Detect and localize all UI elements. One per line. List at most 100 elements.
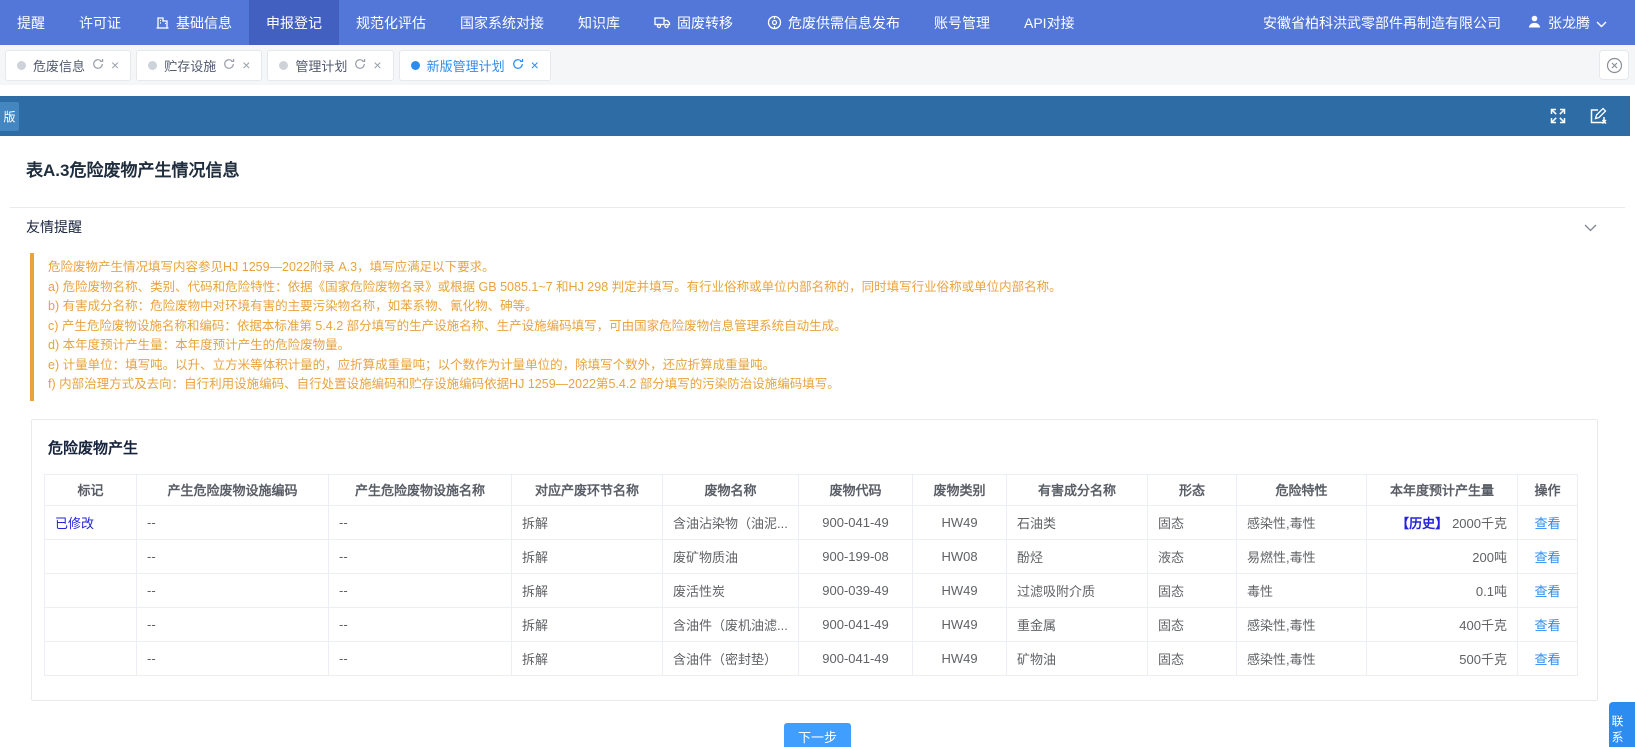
nav-item-license[interactable]: 许可证 — [62, 0, 138, 45]
fullscreen-icon[interactable] — [1549, 107, 1567, 125]
waste-table: 标记 产生危险废物设施编码 产生危险废物设施名称 对应产废环节名称 废物名称 废… — [44, 474, 1578, 676]
cell-category: HW08 — [913, 539, 1007, 573]
company-name: 安徽省柏科洪武零部件再制造有限公司 — [1263, 13, 1501, 33]
table-row: -- -- 拆解 含油件（废机油滤... 900-041-49 HW49 重金属… — [45, 607, 1578, 641]
nav-item-declaration[interactable]: 申报登记 — [249, 0, 339, 45]
nav-item-supply-demand[interactable]: 危废供需信息发布 — [750, 0, 917, 45]
nav-item-national-system[interactable]: 国家系统对接 — [443, 0, 561, 45]
cell-amount: 2000千克 — [1452, 516, 1507, 531]
close-icon[interactable]: × — [111, 58, 119, 72]
cell-amount: 0.1吨 — [1476, 584, 1507, 599]
notice-line: a) 危险废物名称、类别、代码和危险特性：依据《国家危险废物名录》或根据 GB … — [48, 278, 1584, 298]
cell-component: 过滤吸附介质 — [1007, 573, 1148, 607]
cell-stage: 拆解 — [512, 539, 663, 573]
cell-facility-code: -- — [137, 539, 329, 573]
notice-line: f) 内部治理方式及去向：自行利用设施编码、自行处置设施编码和贮存设施编码依据H… — [48, 375, 1584, 395]
nav-item-waste-transfer[interactable]: 固废转移 — [637, 0, 750, 45]
col-header-hazard: 危险特性 — [1237, 474, 1367, 505]
nav-item-label: 危废供需信息发布 — [788, 13, 900, 33]
refresh-icon[interactable] — [92, 58, 104, 73]
view-link[interactable]: 查看 — [1534, 584, 1560, 599]
chevron-down-icon — [1596, 15, 1607, 31]
view-link[interactable]: 查看 — [1534, 550, 1560, 565]
cell-facility-name: -- — [329, 505, 512, 539]
col-header-facility-code: 产生危险废物设施编码 — [137, 474, 329, 505]
building-icon — [155, 15, 170, 30]
tab-status-dot — [17, 61, 26, 70]
close-icon[interactable]: × — [242, 58, 250, 72]
sidebar-collapsed-tab[interactable]: 版 — [0, 102, 19, 131]
form-header-bar: 版 — [0, 96, 1630, 136]
nav-item-label: 知识库 — [578, 13, 620, 33]
tab-management-plan[interactable]: 管理计划 × — [267, 50, 393, 81]
nav-item-label: API对接 — [1024, 13, 1075, 33]
tab-waste-info[interactable]: 危废信息 × — [5, 50, 131, 81]
cell-hazard: 易燃性,毒性 — [1237, 539, 1367, 573]
notice-line: e) 计量单位：填写吨。以升、立方米等体积计量的，应折算成重量吨；以个数作为计量… — [48, 356, 1584, 376]
notice-line: b) 有害成分名称：危险废物中对环境有害的主要污染物名称，如苯系物、氰化物、砷等… — [48, 297, 1584, 317]
cell-waste-code: 900-041-49 — [799, 641, 913, 675]
cell-waste-code: 900-041-49 — [799, 505, 913, 539]
reminder-collapse-header[interactable]: 友情提醒 — [0, 208, 1635, 241]
refresh-icon[interactable] — [223, 58, 235, 73]
truck-icon — [654, 16, 671, 29]
nav-item-api[interactable]: API对接 — [1007, 0, 1092, 45]
nav-item-base-info[interactable]: 基础信息 — [138, 0, 249, 45]
col-header-amount: 本年度预计产生量 — [1367, 474, 1518, 505]
close-all-tabs-button[interactable] — [1599, 50, 1629, 80]
col-header-mark: 标记 — [45, 474, 137, 505]
col-header-component: 有害成分名称 — [1007, 474, 1148, 505]
broadcast-icon — [767, 15, 782, 30]
table-row: 已修改 -- -- 拆解 含油沾染物（油泥... 900-041-49 HW49… — [45, 505, 1578, 539]
view-link[interactable]: 查看 — [1534, 618, 1560, 633]
contact-support-button[interactable]: 联系客服 — [1609, 702, 1635, 747]
view-link[interactable]: 查看 — [1534, 652, 1560, 667]
tab-status-dot — [411, 61, 420, 70]
user-menu[interactable]: 张龙腾 — [1527, 13, 1607, 33]
tab-storage-facility[interactable]: 贮存设施 × — [136, 50, 262, 81]
user-name: 张龙腾 — [1548, 13, 1590, 33]
col-header-category: 废物类别 — [913, 474, 1007, 505]
nav-item-standard-assess[interactable]: 规范化评估 — [339, 0, 443, 45]
view-link[interactable]: 查看 — [1534, 516, 1560, 531]
cell-waste-name: 含油沾染物（油泥... — [663, 505, 799, 539]
table-row: -- -- 拆解 含油件（密封垫） 900-041-49 HW49 矿物油 固态… — [45, 641, 1578, 675]
mark-badge: 已修改 — [55, 516, 94, 531]
cell-waste-code: 900-041-49 — [799, 607, 913, 641]
nav-item-knowledge[interactable]: 知识库 — [561, 0, 637, 45]
nav-item-reminder[interactable]: 提醒 — [0, 0, 62, 45]
cell-amount: 500千克 — [1459, 652, 1507, 667]
page-title: 表A.3危险废物产生情况信息 — [0, 136, 1635, 181]
tab-new-management-plan[interactable]: 新版管理计划 × — [399, 50, 551, 81]
cell-facility-name: -- — [329, 539, 512, 573]
close-icon[interactable]: × — [531, 58, 539, 72]
cell-hazard: 毒性 — [1237, 573, 1367, 607]
tab-label: 管理计划 — [295, 56, 347, 75]
table-row: -- -- 拆解 废矿物质油 900-199-08 HW08 酚烃 液态 易燃性… — [45, 539, 1578, 573]
next-step-button[interactable]: 下一步 — [784, 723, 851, 747]
cell-stage: 拆解 — [512, 641, 663, 675]
cell-facility-code: -- — [137, 607, 329, 641]
col-header-waste-name: 废物名称 — [663, 474, 799, 505]
tab-status-dot — [279, 61, 288, 70]
chevron-down-icon[interactable] — [1584, 219, 1597, 235]
close-icon[interactable]: × — [373, 58, 381, 72]
refresh-icon[interactable] — [354, 58, 366, 73]
cell-form: 固态 — [1148, 641, 1237, 675]
refresh-icon[interactable] — [512, 58, 524, 73]
history-link[interactable]: 【历史】 — [1396, 516, 1448, 531]
cell-waste-name: 含油件（密封垫） — [663, 641, 799, 675]
col-header-stage: 对应产废环节名称 — [512, 474, 663, 505]
nav-item-account[interactable]: 账号管理 — [917, 0, 1007, 45]
cell-facility-name: -- — [329, 573, 512, 607]
top-navigation: 提醒 许可证 基础信息 申报登记 规范化评估 国家系统对接 知识库 固废转移 危… — [0, 0, 1635, 45]
nav-item-label: 申报登记 — [266, 13, 322, 33]
reminder-notice-box: 危险废物产生情况填写内容参见HJ 1259—2022附录 A.3，填写应满足以下… — [30, 253, 1598, 401]
user-icon — [1527, 14, 1542, 32]
edit-disabled-icon[interactable] — [1589, 107, 1608, 125]
cell-facility-name: -- — [329, 607, 512, 641]
cell-hazard: 感染性,毒性 — [1237, 505, 1367, 539]
nav-item-label: 许可证 — [79, 13, 121, 33]
open-tabs-bar: 危废信息 × 贮存设施 × 管理计划 × 新版管理计划 × — [0, 45, 1635, 85]
cell-stage: 拆解 — [512, 607, 663, 641]
